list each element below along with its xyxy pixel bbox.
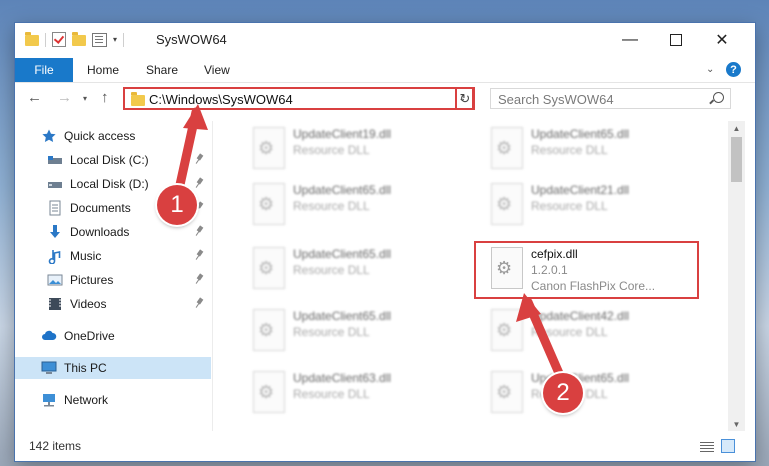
search-input[interactable]: Search SysWOW64 xyxy=(498,92,614,107)
music-icon xyxy=(47,248,63,265)
title-bar: ▾ SysWOW64 — ✕ xyxy=(15,23,755,57)
refresh-icon: ↻ xyxy=(459,90,471,106)
pin-icon[interactable] xyxy=(195,154,203,164)
large-icons-view-icon[interactable] xyxy=(721,439,735,453)
pin-icon[interactable] xyxy=(195,298,203,308)
nav-item-label: Quick access xyxy=(64,129,136,143)
item-count: 142 items xyxy=(29,439,82,453)
nav-item-network[interactable]: Network xyxy=(15,389,211,411)
minimize-button[interactable]: — xyxy=(607,23,653,57)
documents-icon xyxy=(47,200,63,216)
nav-item-videos[interactable]: Videos xyxy=(15,293,211,315)
nav-item-label: Downloads xyxy=(70,225,130,239)
pin-icon[interactable] xyxy=(195,178,203,188)
pin-icon[interactable] xyxy=(195,250,203,260)
scroll-up-arrow-icon[interactable]: ▲ xyxy=(728,121,745,135)
pin-icon[interactable] xyxy=(195,274,203,284)
address-path[interactable]: C:\Windows\SysWOW64 xyxy=(149,92,293,107)
pin-icon[interactable] xyxy=(195,226,203,236)
videos-icon xyxy=(47,296,63,312)
close-button[interactable]: ✕ xyxy=(699,23,745,57)
list-item[interactable]: UpdateClient65.dll Resource DLL xyxy=(483,125,713,175)
new-folder-icon[interactable] xyxy=(72,32,86,46)
dll-file-icon xyxy=(253,371,285,413)
nav-item-pictures[interactable]: Pictures xyxy=(15,269,211,291)
search-box[interactable]: Search SysWOW64 xyxy=(490,88,731,109)
recent-locations-chevron-icon[interactable]: ▾ xyxy=(83,94,87,103)
nav-item-label: Local Disk (C:) xyxy=(70,153,149,167)
scroll-down-arrow-icon[interactable]: ▼ xyxy=(728,417,745,431)
nav-item-label: OneDrive xyxy=(64,329,115,343)
nav-item-local-disk-c[interactable]: Local Disk (C:) xyxy=(15,149,211,171)
dll-file-icon xyxy=(491,371,523,413)
refresh-button[interactable]: ↻ xyxy=(455,87,475,110)
forward-arrow-icon[interactable]: → xyxy=(57,89,72,106)
back-arrow-icon[interactable]: ← xyxy=(27,89,42,106)
folder-icon xyxy=(25,32,39,46)
file-highlight-box xyxy=(474,241,699,299)
tab-view[interactable]: View xyxy=(204,58,230,82)
nav-item-this-pc[interactable]: This PC xyxy=(15,357,211,379)
up-arrow-icon[interactable]: ↑ xyxy=(101,89,109,106)
rename-icon[interactable] xyxy=(92,32,107,47)
computer-icon xyxy=(41,360,57,376)
address-row: ← → ▾ ↑ C:\Windows\SysWOW64 ⌄ ↻ Search S… xyxy=(15,83,755,115)
list-item[interactable]: UpdateClient21.dll Resource DLL xyxy=(483,181,713,231)
vertical-scrollbar[interactable]: ▲ ▼ xyxy=(728,121,745,431)
list-item[interactable]: UpdateClient65.dll Resource DLL xyxy=(245,181,475,231)
pictures-icon xyxy=(47,272,63,288)
folder-icon xyxy=(131,92,145,106)
nav-item-label: Network xyxy=(64,393,109,407)
list-item[interactable]: UpdateClient65.dll Resource DLL xyxy=(483,369,713,419)
star-icon xyxy=(41,128,57,144)
tab-share[interactable]: Share xyxy=(146,58,178,82)
network-icon xyxy=(41,392,57,408)
nav-item-onedrive[interactable]: OneDrive xyxy=(15,325,211,347)
help-icon[interactable]: ? xyxy=(726,62,741,77)
expand-ribbon-chevron-icon[interactable]: ⌄ xyxy=(706,64,714,75)
properties-check-icon[interactable] xyxy=(52,32,66,47)
dll-file-icon xyxy=(491,127,523,169)
dll-file-icon xyxy=(253,127,285,169)
dll-file-icon xyxy=(491,309,523,351)
list-item[interactable]: UpdateClient65.dll Resource DLL xyxy=(245,245,475,295)
navigation-pane: Quick access Local Disk (C:) Local Disk … xyxy=(15,121,211,431)
step-1-badge: 1 xyxy=(157,185,197,225)
nav-item-label: Music xyxy=(70,249,102,263)
status-bar: 142 items xyxy=(15,431,755,461)
nav-item-label: Videos xyxy=(70,297,107,311)
list-item[interactable]: UpdateClient42.dll Resource DLL xyxy=(483,307,713,357)
drive-icon xyxy=(47,176,63,192)
scroll-thumb[interactable] xyxy=(731,137,742,182)
nav-item-label: Pictures xyxy=(70,273,114,287)
dll-file-icon xyxy=(253,247,285,289)
nav-item-label: This PC xyxy=(64,361,107,375)
quick-access-toolbar: ▾ xyxy=(25,32,125,47)
dll-file-icon xyxy=(253,309,285,351)
nav-item-label: Local Disk (D:) xyxy=(70,177,149,191)
dll-file-icon xyxy=(491,183,523,225)
window-title: SysWOW64 xyxy=(156,32,227,47)
dll-file-icon xyxy=(253,183,285,225)
tab-file[interactable]: File xyxy=(15,58,73,82)
cloud-icon xyxy=(41,328,57,344)
list-item[interactable]: UpdateClient65.dll Resource DLL xyxy=(245,307,475,357)
drive-icon xyxy=(47,152,63,168)
list-item[interactable]: UpdateClient63.dll Resource DLL xyxy=(245,369,475,419)
address-bar[interactable]: C:\Windows\SysWOW64 ⌄ xyxy=(123,87,474,110)
nav-item-quick-access[interactable]: Quick access xyxy=(15,125,211,147)
maximize-button[interactable] xyxy=(653,23,699,57)
list-item[interactable]: UpdateClient19.dll Resource DLL xyxy=(245,125,475,175)
tab-home[interactable]: Home xyxy=(87,58,119,82)
ribbon-tabs: File Home Share View ⌄ ? xyxy=(15,58,755,83)
step-2-badge: 2 xyxy=(543,373,583,413)
download-icon xyxy=(47,224,63,240)
search-icon[interactable] xyxy=(713,92,724,103)
customize-toolbar-chevron-icon[interactable]: ▾ xyxy=(113,35,117,44)
nav-item-label: Documents xyxy=(70,201,131,215)
details-view-icon[interactable] xyxy=(700,441,714,452)
nav-item-music[interactable]: Music xyxy=(15,245,211,267)
